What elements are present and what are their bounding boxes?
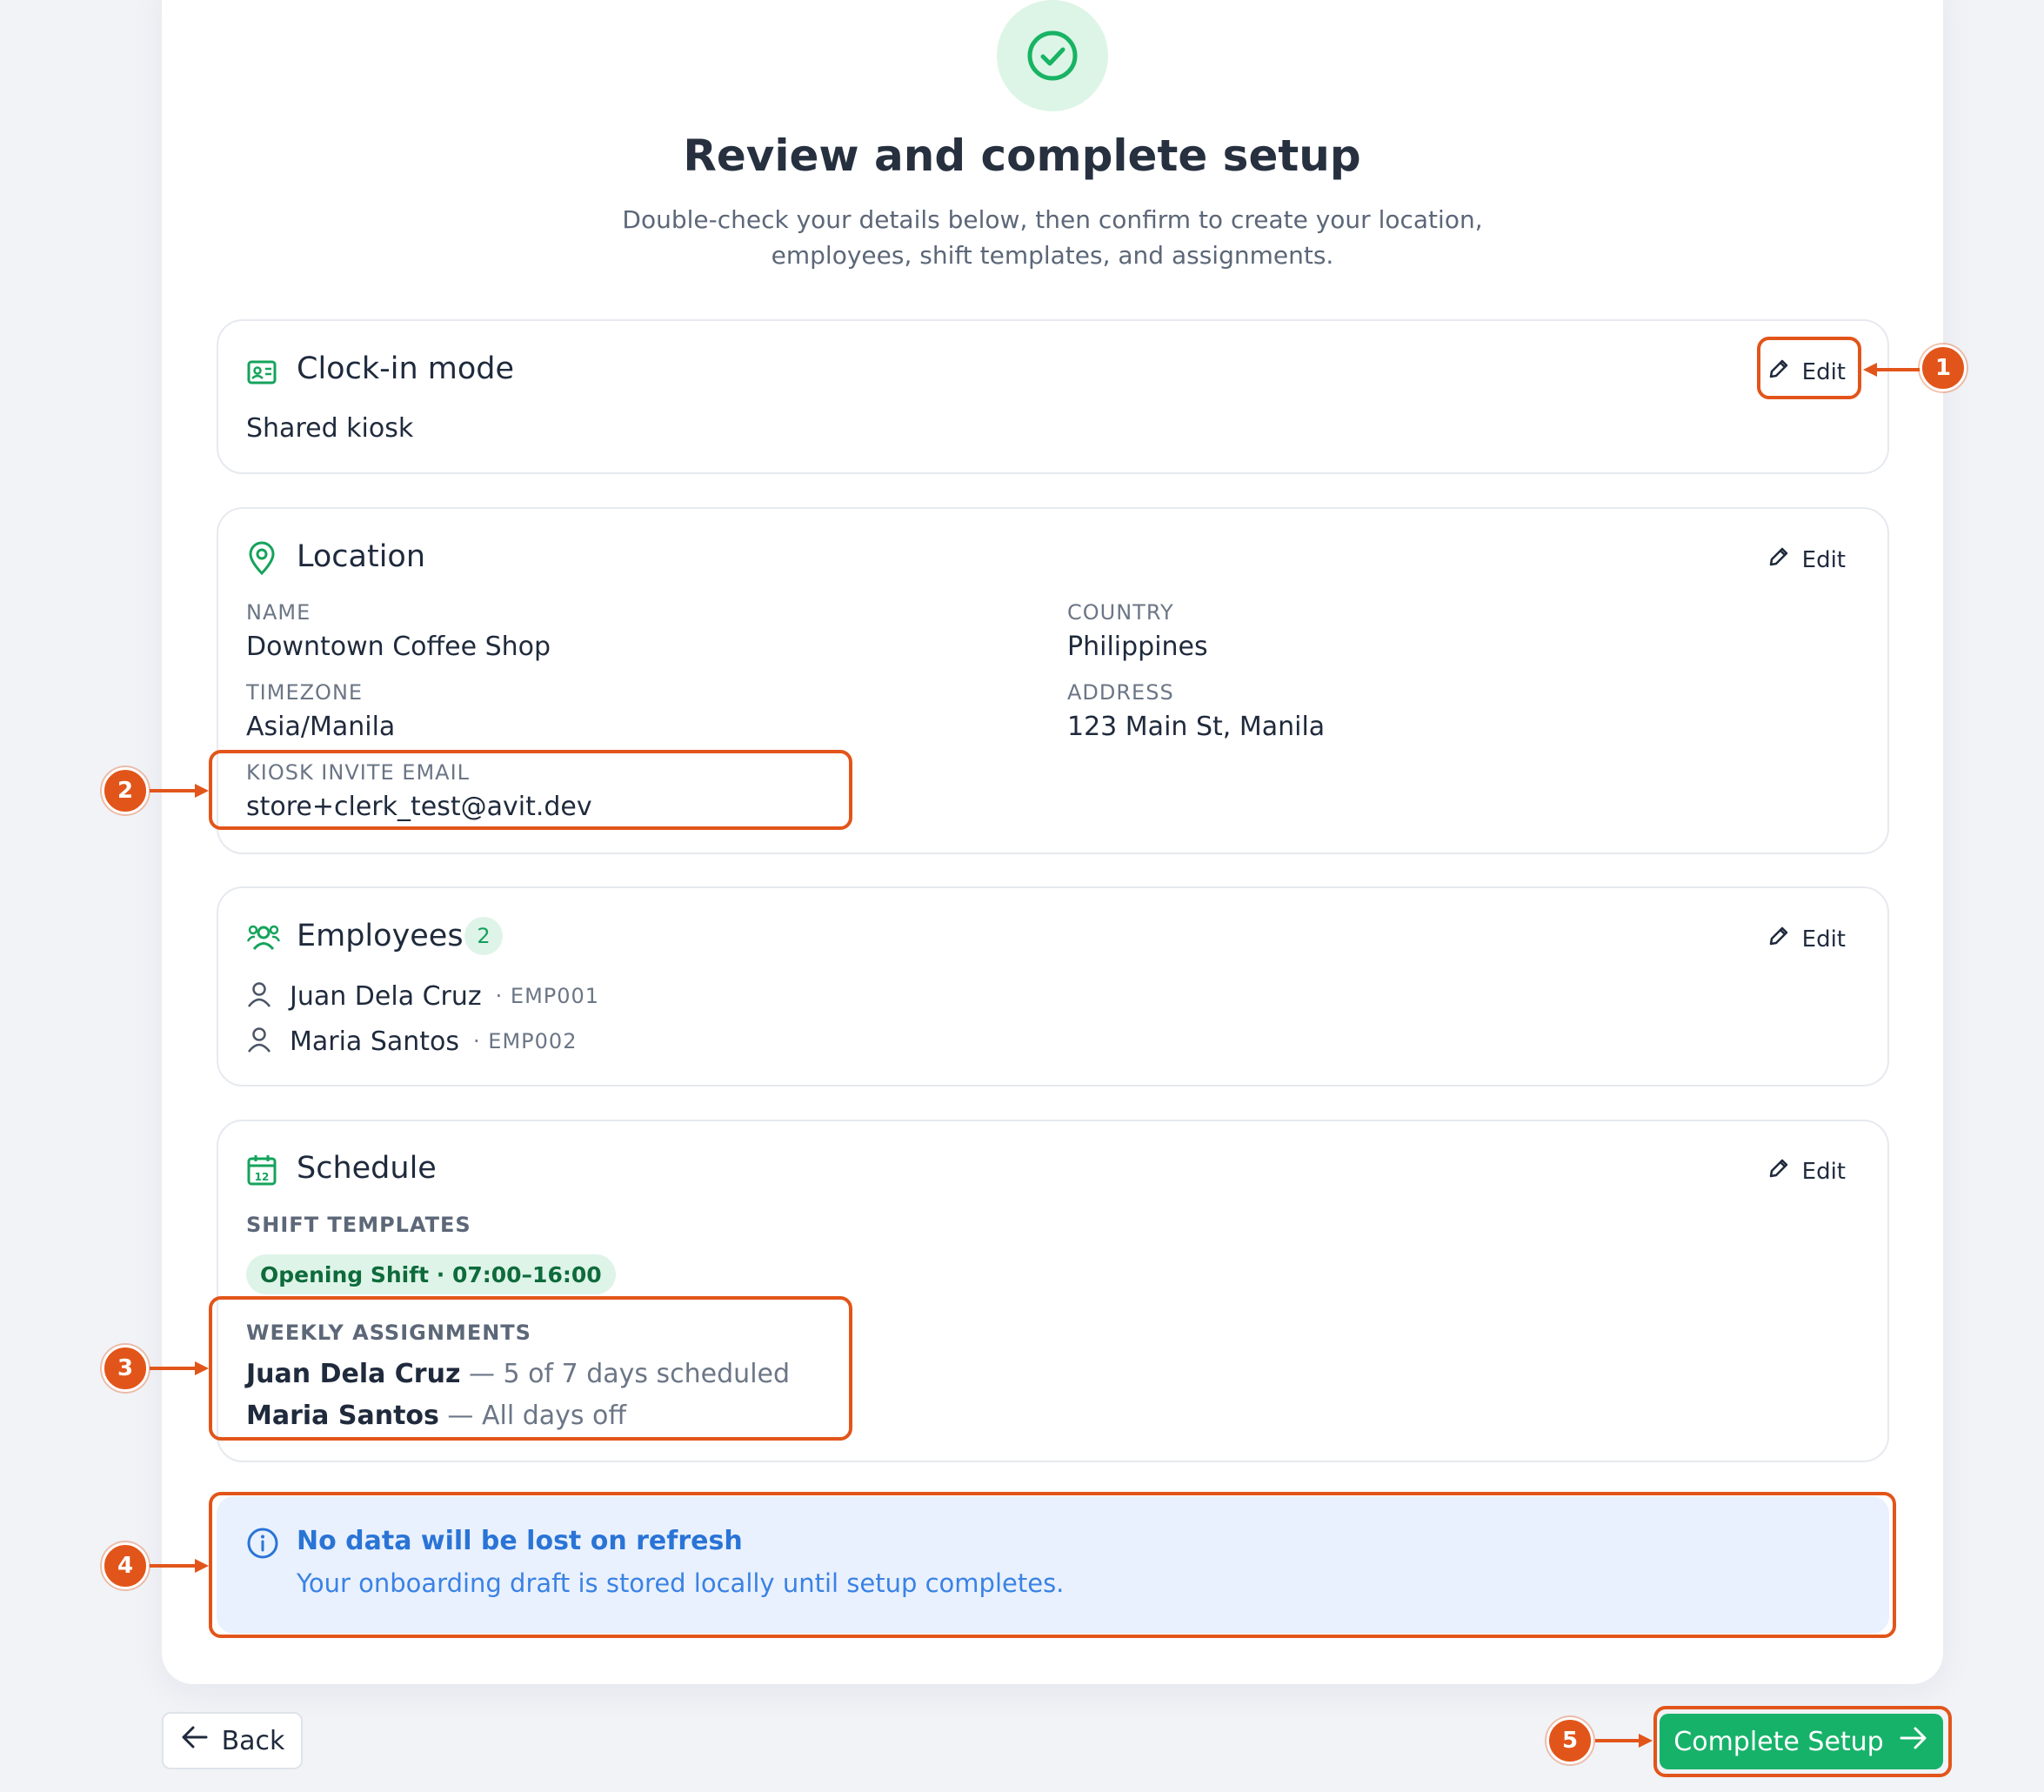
annotation-marker-5: 5 <box>1546 1717 1593 1764</box>
shift-template-pill: Opening Shift · 07:00–16:00 <box>246 1254 616 1294</box>
annotation-marker-1: 1 <box>1920 344 1967 391</box>
name-value: Downtown Coffee Shop <box>246 632 551 662</box>
employees-section: Employees 2 Edit Juan Dela Cruz · EMP001… <box>217 886 1889 1087</box>
users-icon <box>246 922 281 957</box>
schedule-title: Schedule <box>297 1151 437 1186</box>
list-item: Juan Dela Cruz · EMP001 <box>246 980 599 1012</box>
pencil-icon <box>1766 1155 1792 1187</box>
schedule-section: 12 Schedule Edit SHIFT TEMPLATES Opening… <box>217 1120 1889 1462</box>
annotation-arrow-3 <box>150 1361 209 1375</box>
map-pin-icon <box>246 541 277 579</box>
user-icon <box>246 1026 272 1057</box>
schedule-edit-button[interactable]: Edit <box>1766 1155 1846 1187</box>
employees-edit-button[interactable]: Edit <box>1766 923 1846 955</box>
employee-count-badge: 2 <box>464 917 503 955</box>
id-card-icon <box>246 357 277 391</box>
info-title: No data will be lost on refresh <box>297 1526 743 1556</box>
annotation-arrow-5 <box>1595 1734 1653 1748</box>
location-section: Location Edit NAME Downtown Coffee Shop … <box>217 507 1889 854</box>
assignment-row: Maria Santos — All days off <box>246 1401 627 1431</box>
assignment-row: Juan Dela Cruz — 5 of 7 days scheduled <box>246 1359 791 1389</box>
calendar-icon: 12 <box>246 1153 277 1190</box>
pencil-icon <box>1766 544 1792 576</box>
arrow-right-icon <box>1898 1725 1929 1758</box>
name-label: NAME <box>246 600 311 625</box>
shift-templates-label: SHIFT TEMPLATES <box>246 1213 471 1237</box>
page-title: Review and complete setup <box>683 130 1361 181</box>
success-check-icon <box>997 0 1108 111</box>
annotation-arrow-4 <box>150 1559 209 1573</box>
annotation-marker-4: 4 <box>102 1542 149 1589</box>
country-value: Philippines <box>1067 632 1208 662</box>
clock-in-edit-button[interactable]: Edit <box>1766 356 1846 388</box>
arrow-left-icon <box>180 1724 210 1757</box>
back-button[interactable]: Back <box>162 1712 303 1769</box>
complete-setup-button[interactable]: Complete Setup <box>1660 1714 1943 1769</box>
location-title: Location <box>297 539 426 574</box>
address-value: 123 Main St, Manila <box>1067 712 1326 742</box>
user-icon <box>246 980 272 1012</box>
info-banner: No data will be lost on refresh Your onb… <box>217 1496 1889 1634</box>
svg-text:12: 12 <box>255 1171 270 1183</box>
pencil-icon <box>1766 356 1792 388</box>
clock-in-value: Shared kiosk <box>246 413 414 444</box>
address-label: ADDRESS <box>1067 680 1174 705</box>
kiosk-email-label: KIOSK INVITE EMAIL <box>246 760 471 785</box>
employees-title: Employees <box>297 919 464 953</box>
annotation-arrow-2 <box>150 784 209 798</box>
location-edit-button[interactable]: Edit <box>1766 544 1846 576</box>
pencil-icon <box>1766 923 1792 955</box>
annotation-marker-2: 2 <box>102 767 149 814</box>
annotation-marker-3: 3 <box>102 1345 149 1392</box>
weekly-assignments-label: WEEKLY ASSIGNMENTS <box>246 1321 531 1345</box>
info-description: Your onboarding draft is stored locally … <box>297 1568 1065 1598</box>
clock-in-title: Clock-in mode <box>297 351 515 386</box>
kiosk-email-value: store+clerk_test@avit.dev <box>246 792 592 822</box>
page-subtitle: Double-check your details below, then co… <box>622 205 1483 270</box>
clock-in-section: Clock-in mode Edit Shared kiosk <box>217 319 1889 474</box>
list-item: Maria Santos · EMP002 <box>246 1026 577 1057</box>
timezone-value: Asia/Manila <box>246 712 396 742</box>
country-label: COUNTRY <box>1067 600 1174 625</box>
info-icon <box>246 1527 279 1563</box>
timezone-label: TIMEZONE <box>246 680 364 705</box>
